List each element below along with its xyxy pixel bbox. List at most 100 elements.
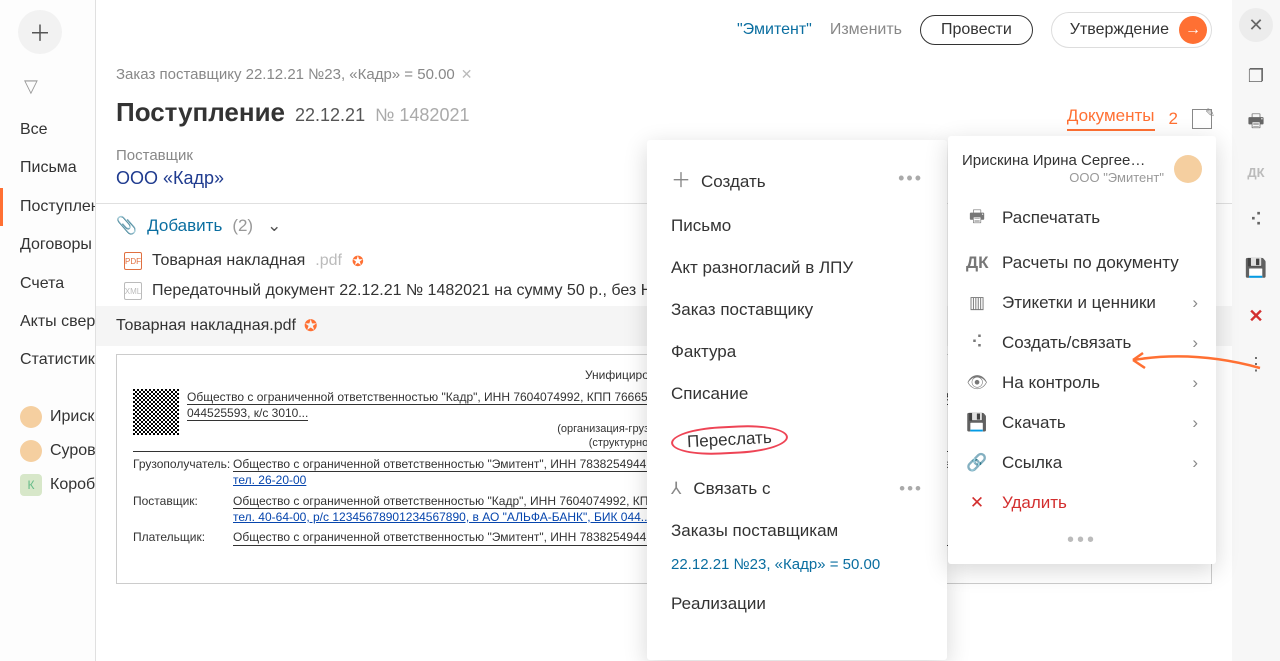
cert-badge-icon: ✪ bbox=[352, 253, 364, 270]
menu-item-writeoff[interactable]: Списание bbox=[647, 373, 947, 415]
user-name: Ирискина Ирина Сергее… bbox=[962, 152, 1164, 170]
tel-link[interactable]: тел. 26-20-00 bbox=[233, 473, 306, 487]
menu-item-real[interactable]: Реализации bbox=[647, 583, 947, 625]
filter-icon[interactable]: ▽ bbox=[24, 76, 95, 97]
action-labels[interactable]: ▥ Этикетки и ценники › bbox=[948, 283, 1216, 323]
arrow-right-icon: → bbox=[1179, 16, 1207, 44]
nav-contracts[interactable]: Договоры bbox=[0, 226, 95, 264]
action-create-link[interactable]: ⠪Создать/связать› bbox=[948, 323, 1216, 363]
title-row: Поступление 22.12.21 № 1482021 Документы… bbox=[96, 83, 1232, 141]
edit-icon[interactable] bbox=[1192, 109, 1212, 129]
nav-invoices[interactable]: Счета bbox=[0, 265, 95, 303]
action-download[interactable]: 💾 Скачать › bbox=[948, 403, 1216, 443]
xml-icon: XML bbox=[124, 282, 142, 300]
tab-documents[interactable]: Документы bbox=[1067, 106, 1155, 131]
pdf-icon: PDF bbox=[124, 252, 142, 270]
chevron-right-icon: › bbox=[1192, 293, 1198, 313]
docs-label: Документы bbox=[1067, 106, 1155, 125]
create-menu: ＋Создать ••• Письмо Акт разногласий в ЛП… bbox=[647, 140, 947, 660]
chevron-down-icon[interactable]: ⌄ bbox=[267, 216, 281, 236]
nav-stats[interactable]: Статистика bbox=[0, 341, 95, 379]
action-watch[interactable]: 👁На контроль› bbox=[948, 363, 1216, 403]
delete-icon: ✕ bbox=[966, 493, 988, 513]
approve-label: Утверждение bbox=[1070, 21, 1169, 39]
sub-order-link[interactable]: 22.12.21 №23, «Кадр» = 50.00 bbox=[647, 552, 947, 583]
chevron-right-icon: › bbox=[1192, 373, 1198, 393]
action-label: На контроль bbox=[1002, 373, 1100, 393]
close-breadcrumb-icon[interactable]: ✕ bbox=[461, 66, 473, 83]
nav-all[interactable]: Все bbox=[0, 111, 95, 149]
action-calc[interactable]: ДК Расчеты по документу bbox=[948, 243, 1216, 283]
avatar-icon: К bbox=[20, 474, 42, 496]
tel-link[interactable]: тел. 40-64-00, р/с 12345678901234567890,… bbox=[233, 510, 651, 524]
chevron-right-icon: › bbox=[1192, 453, 1198, 473]
menu-item-linkwith[interactable]: ⅄Связать с ••• bbox=[647, 465, 947, 510]
person-item[interactable]: Ирискина bbox=[0, 400, 95, 434]
qr-code-icon bbox=[133, 389, 179, 435]
save-icon[interactable]: 💾 bbox=[1242, 254, 1270, 282]
more-dots-icon[interactable]: ••• bbox=[899, 479, 923, 499]
action-link[interactable]: 🔗Ссылка› bbox=[948, 443, 1216, 483]
action-label: Расчеты по документу bbox=[1002, 253, 1179, 273]
action-label: Скачать bbox=[1002, 413, 1066, 433]
barcode-icon: ▥ bbox=[966, 293, 988, 313]
action-label: Этикетки и ценники bbox=[1002, 293, 1156, 313]
linkwith-label: Связать с bbox=[693, 479, 770, 498]
breadcrumb: Заказ поставщику 22.12.21 №23, «Кадр» = … bbox=[96, 48, 1232, 83]
field-value: Общество с ограниченной ответственностью… bbox=[233, 494, 670, 509]
menu-item-letter[interactable]: Письмо bbox=[647, 205, 947, 247]
menu-item-forward[interactable]: Переслать bbox=[647, 415, 947, 465]
nav-acts[interactable]: Акты сверки bbox=[0, 303, 95, 341]
breadcrumb-text[interactable]: Заказ поставщику 22.12.21 №23, «Кадр» = … bbox=[116, 66, 455, 83]
menu-item-order[interactable]: Заказ поставщику bbox=[647, 289, 947, 331]
paperclip-icon: 📎 bbox=[116, 216, 137, 236]
share-icon[interactable]: ⠪ bbox=[1242, 206, 1270, 234]
person-item[interactable]: Суровцев bbox=[0, 434, 95, 468]
avatar-icon bbox=[20, 406, 42, 428]
chevron-right-icon: › bbox=[1192, 413, 1198, 433]
person-item[interactable]: К Коробов bbox=[0, 468, 95, 502]
action-delete[interactable]: ✕ Удалить bbox=[948, 483, 1216, 523]
action-label: Удалить bbox=[1002, 493, 1067, 513]
docs-count: 2 bbox=[1169, 109, 1178, 129]
dk-icon[interactable]: ДК bbox=[1242, 158, 1270, 186]
close-icon[interactable]: ✕ bbox=[1239, 8, 1273, 42]
top-bar: "Эмитент" Изменить Провести Утверждение … bbox=[96, 0, 1232, 48]
more-dots-icon[interactable]: ••• bbox=[898, 168, 923, 189]
field-label: Грузополучатель: bbox=[133, 456, 233, 488]
approve-button[interactable]: Утверждение → bbox=[1051, 12, 1212, 48]
share-icon: ⠪ bbox=[966, 333, 988, 353]
dk-icon: ДК bbox=[966, 253, 988, 273]
attach-count: (2) bbox=[232, 216, 253, 236]
print-icon[interactable]: 🖶 bbox=[1242, 110, 1270, 138]
emitter-link[interactable]: "Эмитент" bbox=[737, 21, 812, 39]
edit-link[interactable]: Изменить bbox=[830, 21, 902, 39]
action-label: Ссылка bbox=[1002, 453, 1062, 473]
action-label: Распечатать bbox=[1002, 208, 1100, 228]
sidebar-nav: Все Письма Поступления Договоры Счета Ак… bbox=[0, 111, 95, 380]
attach-add-label: Добавить bbox=[147, 216, 222, 236]
title-date: 22.12.21 bbox=[295, 105, 365, 126]
person-label: Коробов bbox=[50, 476, 95, 494]
add-button[interactable]: ＋ bbox=[18, 10, 62, 54]
delete-icon[interactable]: ✕ bbox=[1242, 302, 1270, 330]
nav-letters[interactable]: Письма bbox=[0, 149, 95, 187]
menu-item-facture[interactable]: Фактура bbox=[647, 331, 947, 373]
more-dots-icon[interactable]: ••• bbox=[948, 523, 1216, 552]
field-label: Поставщик: bbox=[133, 493, 233, 525]
save-icon: 💾 bbox=[966, 413, 988, 433]
window-icon[interactable]: ❐ bbox=[1242, 62, 1270, 90]
action-print[interactable]: 🖶Распечатать bbox=[948, 194, 1216, 243]
page-title: Поступление bbox=[116, 97, 285, 128]
forward-label: Переслать bbox=[670, 423, 788, 457]
menu-header: ＋Создать ••• bbox=[647, 156, 947, 205]
action-label: Создать/связать bbox=[1002, 333, 1131, 353]
run-button[interactable]: Провести bbox=[920, 15, 1033, 45]
more-icon[interactable]: ⋮ bbox=[1242, 350, 1270, 378]
menu-user-head[interactable]: Ирискина Ирина Сергее… ООО "Эмитент" bbox=[948, 146, 1216, 194]
nav-receipts[interactable]: Поступления bbox=[0, 188, 95, 226]
menu-item-orders[interactable]: Заказы поставщикам bbox=[647, 510, 947, 552]
menu-item-act[interactable]: Акт разногласий в ЛПУ bbox=[647, 247, 947, 289]
create-label[interactable]: Создать bbox=[701, 172, 766, 191]
user-org: ООО "Эмитент" bbox=[962, 170, 1164, 186]
